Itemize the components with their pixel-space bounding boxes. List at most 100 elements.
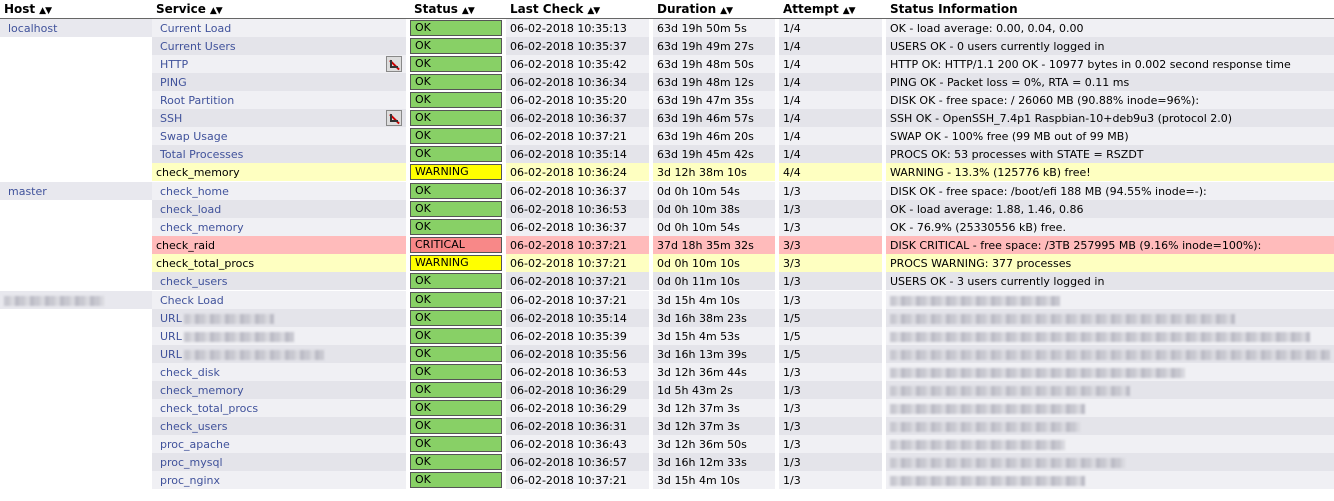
service-link[interactable]: Swap Usage bbox=[160, 130, 227, 143]
service-cell: Current Load bbox=[152, 19, 410, 37]
table-row: Root Partition OK 06-02-2018 10:35:20 63d 1… bbox=[0, 91, 1334, 109]
last-check-cell: 06-02-2018 10:36:53 bbox=[506, 200, 653, 218]
service-link[interactable]: check_users bbox=[160, 275, 227, 288]
sort-arrows-icon[interactable]: ▲▼ bbox=[39, 6, 52, 16]
duration-cell: 0d 0h 10m 54s bbox=[653, 182, 779, 200]
duration-cell: 0d 0h 10m 38s bbox=[653, 200, 779, 218]
sort-arrows-icon[interactable]: ▲▼ bbox=[720, 6, 733, 16]
last-check-cell: 06-02-2018 10:37:21 bbox=[506, 272, 653, 290]
duration-cell: 63d 19h 49m 27s bbox=[653, 37, 779, 55]
attempt-cell: 1/4 bbox=[779, 127, 886, 145]
service-cell: Check Load bbox=[152, 291, 410, 309]
status-info-cell: PROCS OK: 53 processes with STATE = RSZD… bbox=[886, 145, 1334, 163]
sort-arrows-icon[interactable]: ▲▼ bbox=[843, 6, 856, 16]
sort-arrows-icon[interactable]: ▲▼ bbox=[462, 6, 475, 16]
status-info-cell: PING OK - Packet loss = 0%, RTA = 0.11 m… bbox=[886, 73, 1334, 91]
duration-cell: 3d 12h 36m 50s bbox=[653, 435, 779, 453]
table-row: check_load OK 06-02-2018 10:36:53 0d 0h 10m… bbox=[0, 200, 1334, 218]
service-link[interactable]: check_memory bbox=[160, 384, 244, 397]
status-info-cell bbox=[886, 453, 1334, 471]
service-link[interactable]: check_disk bbox=[160, 366, 220, 379]
attempt-cell: 1/5 bbox=[779, 345, 886, 363]
service-cell: check_total_procs bbox=[152, 399, 410, 417]
host-link[interactable]: localhost bbox=[4, 22, 57, 35]
redacted-status-info bbox=[890, 439, 1065, 450]
host-link[interactable]: master bbox=[4, 185, 47, 198]
service-link[interactable]: check_users bbox=[160, 420, 227, 433]
notifications-disabled-icon[interactable] bbox=[386, 110, 402, 126]
host-cell bbox=[0, 145, 152, 163]
attempt-cell: 1/3 bbox=[779, 200, 886, 218]
duration-cell: 63d 19h 45m 42s bbox=[653, 145, 779, 163]
attempt-cell: 1/3 bbox=[779, 218, 886, 236]
service-link[interactable]: Check Load bbox=[160, 294, 224, 307]
status-cell: OK bbox=[410, 73, 506, 91]
service-link[interactable]: HTTP bbox=[160, 58, 188, 71]
status-cell: WARNING bbox=[410, 163, 506, 181]
redacted-status-info bbox=[890, 331, 1310, 342]
sort-arrows-icon[interactable]: ▲▼ bbox=[587, 6, 600, 16]
service-link[interactable]: check_raid bbox=[156, 239, 215, 252]
status-info-cell: PROCS WARNING: 377 processes bbox=[886, 254, 1334, 272]
table-row: check_memory OK 06-02-2018 10:36:37 0d 0h 1… bbox=[0, 218, 1334, 236]
status-badge: OK bbox=[410, 400, 502, 416]
service-link[interactable]: Current Load bbox=[160, 22, 231, 35]
host-cell bbox=[0, 236, 152, 254]
redacted-url bbox=[183, 331, 294, 342]
service-link[interactable]: Current Users bbox=[160, 40, 236, 53]
status-cell: OK bbox=[410, 417, 506, 435]
attempt-cell: 1/4 bbox=[779, 109, 886, 127]
attempt-cell: 4/4 bbox=[779, 163, 886, 181]
service-link[interactable]: proc_nginx bbox=[160, 474, 220, 487]
redacted-status-info bbox=[890, 421, 1080, 432]
host-cell bbox=[0, 218, 152, 236]
status-info-cell: OK - 76.9% (25330556 kB) free. bbox=[886, 218, 1334, 236]
service-link[interactable]: URL bbox=[160, 348, 182, 361]
status-badge: OK bbox=[410, 20, 502, 36]
status-cell: CRITICAL bbox=[410, 236, 506, 254]
last-check-cell: 06-02-2018 10:37:21 bbox=[506, 236, 653, 254]
service-column-header: Service ▲▼ bbox=[152, 0, 410, 19]
service-link[interactable]: check_memory bbox=[156, 166, 240, 179]
service-link[interactable]: check_load bbox=[160, 203, 221, 216]
service-link[interactable]: check_home bbox=[160, 185, 229, 198]
service-link[interactable]: check_total_procs bbox=[156, 257, 254, 270]
host-cell bbox=[0, 453, 152, 471]
notifications-disabled-icon[interactable] bbox=[386, 56, 402, 72]
service-link[interactable]: SSH bbox=[160, 112, 182, 125]
redacted-host-name[interactable] bbox=[4, 295, 104, 306]
service-link[interactable]: check_total_procs bbox=[160, 402, 258, 415]
service-link[interactable]: Root Partition bbox=[160, 94, 234, 107]
status-info-cell bbox=[886, 345, 1334, 363]
service-status-table: Host ▲▼ Service ▲▼ Status ▲▼ Last Check ▲▼ D… bbox=[0, 0, 1334, 489]
service-cell: HTTP bbox=[152, 55, 410, 73]
attempt-cell: 1/3 bbox=[779, 417, 886, 435]
table-row: Check Load OK 06-02-2018 10:37:21 3d 15h 4m… bbox=[0, 291, 1334, 309]
attempt-cell: 1/3 bbox=[779, 453, 886, 471]
status-cell: OK bbox=[410, 182, 506, 200]
service-cell: Swap Usage bbox=[152, 127, 410, 145]
host-cell bbox=[0, 200, 152, 218]
last-check-cell: 06-02-2018 10:37:21 bbox=[506, 471, 653, 489]
service-cell: Current Users bbox=[152, 37, 410, 55]
service-link[interactable]: PING bbox=[160, 76, 187, 89]
service-link[interactable]: Total Processes bbox=[160, 148, 243, 161]
duration-cell: 0d 0h 10m 54s bbox=[653, 218, 779, 236]
service-link[interactable]: proc_apache bbox=[160, 438, 230, 451]
status-badge: OK bbox=[410, 273, 502, 289]
status-cell: OK bbox=[410, 200, 506, 218]
service-link[interactable]: proc_mysql bbox=[160, 456, 223, 469]
service-link[interactable]: URL bbox=[160, 312, 182, 325]
service-link[interactable]: URL bbox=[160, 330, 182, 343]
sort-arrows-icon[interactable]: ▲▼ bbox=[210, 6, 223, 16]
service-cell: check_raid bbox=[152, 236, 410, 254]
host-cell bbox=[0, 381, 152, 399]
duration-cell: 63d 19h 46m 20s bbox=[653, 127, 779, 145]
last-check-cell: 06-02-2018 10:36:37 bbox=[506, 218, 653, 236]
host-cell bbox=[0, 309, 152, 327]
attempt-cell: 1/4 bbox=[779, 19, 886, 37]
service-link[interactable]: check_memory bbox=[160, 221, 244, 234]
status-cell: OK bbox=[410, 218, 506, 236]
host-cell bbox=[0, 254, 152, 272]
attempt-cell: 3/3 bbox=[779, 236, 886, 254]
